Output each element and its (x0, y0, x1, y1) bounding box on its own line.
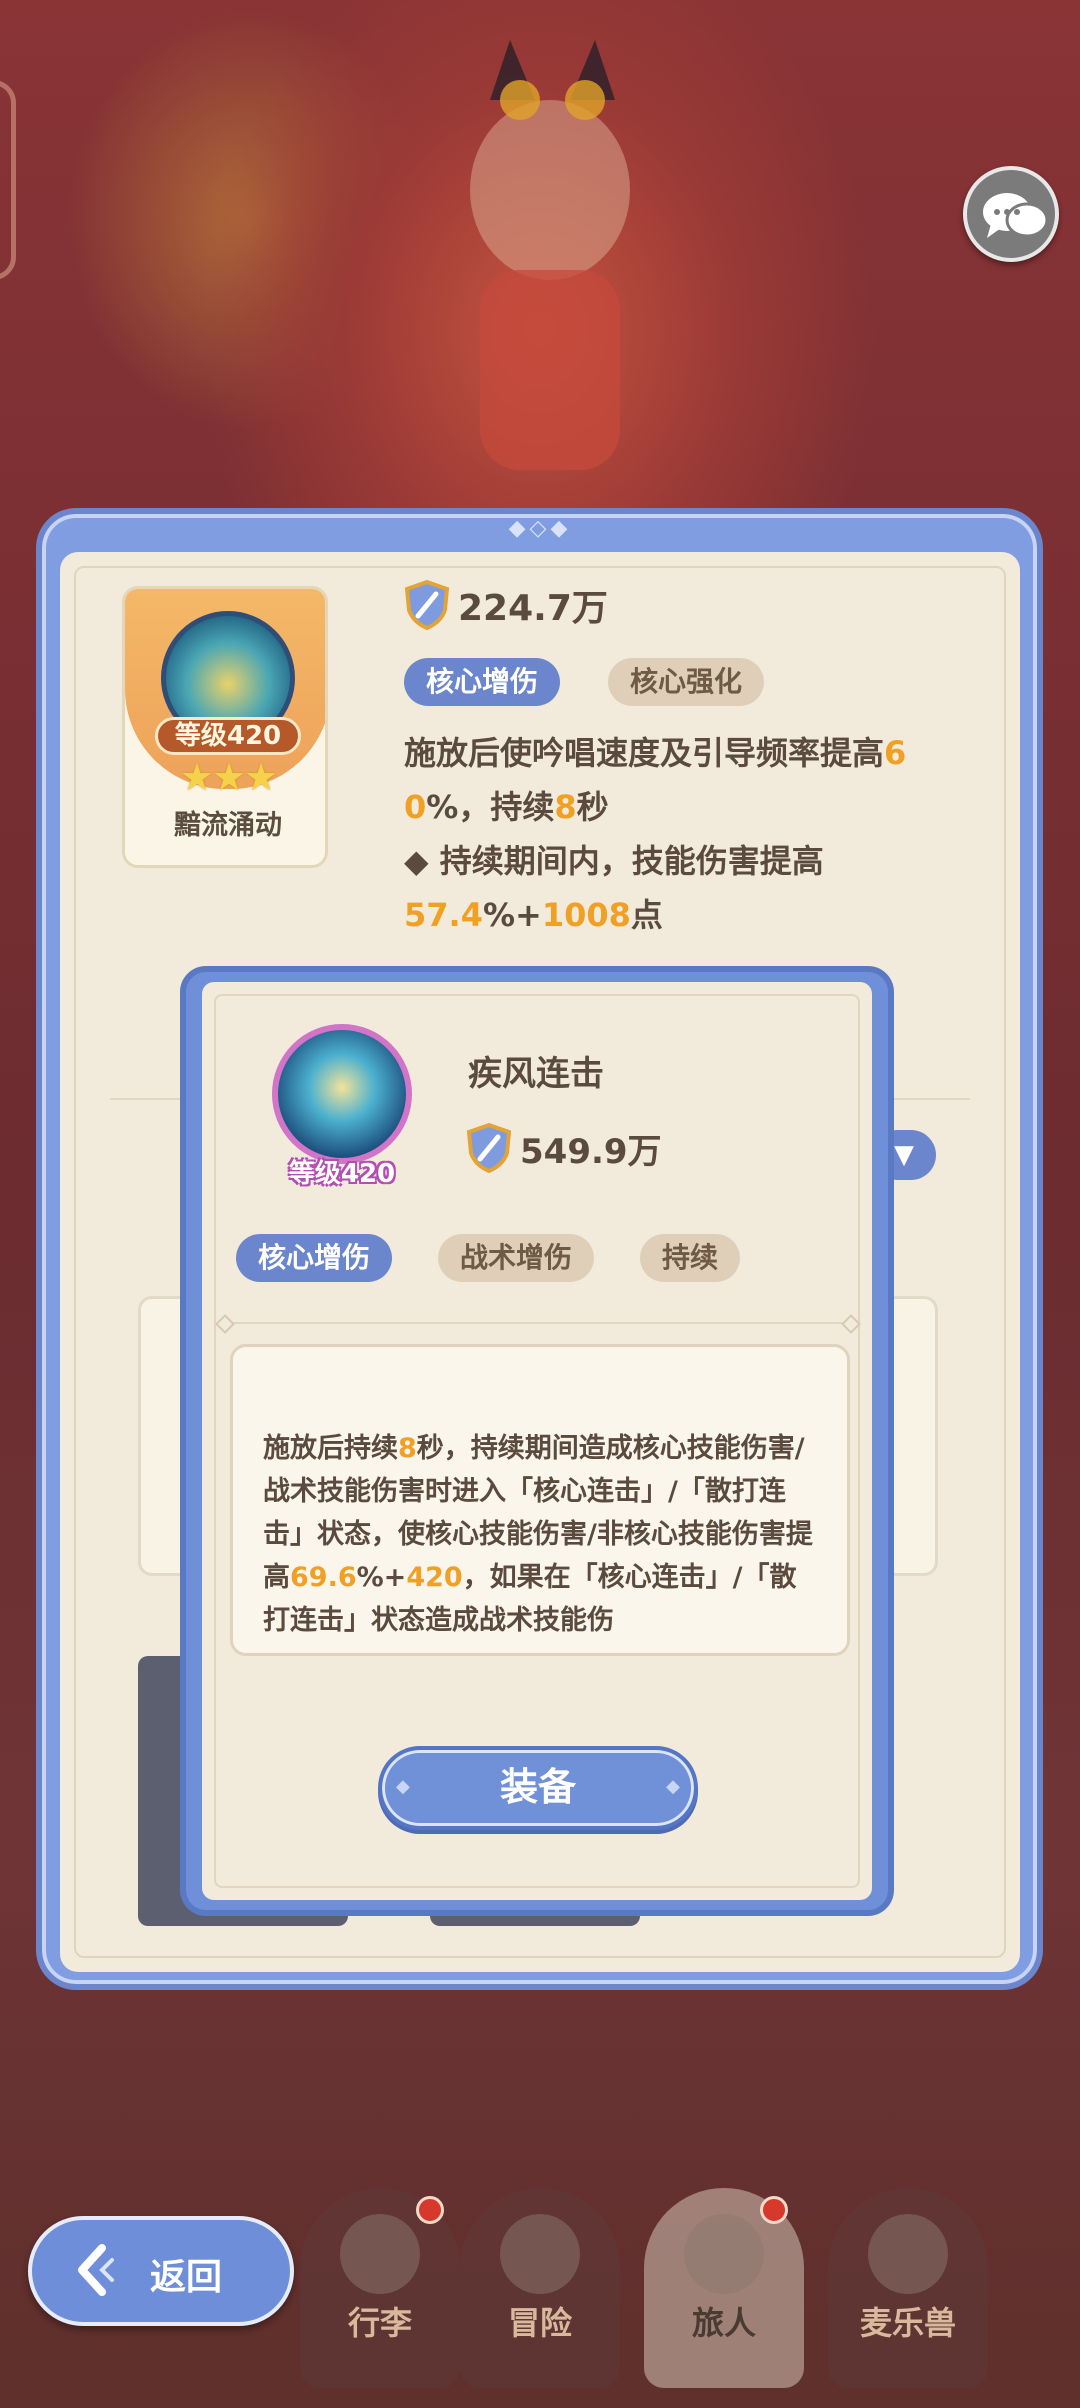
skill-name: 疾风连击 (468, 1054, 604, 1094)
back-button[interactable]: 返回 (28, 2216, 294, 2326)
nav-item-luggage[interactable]: 行李 (300, 2188, 460, 2388)
side-tab-edge (0, 80, 16, 280)
nav-item-pets[interactable]: 麦乐兽 (828, 2188, 988, 2388)
nav-label-traveler: 旅人 (691, 2304, 756, 2342)
core-power: 224.7万 (404, 578, 608, 632)
core-skill-stars: ★★★ (179, 755, 278, 799)
equip-button-label: 装备 (499, 1765, 576, 1809)
notification-dot (760, 2196, 788, 2224)
core-desc-line3: ◆ 持续期间内，技能伤害提高 (404, 842, 824, 880)
fox-pet-icon (868, 2214, 948, 2294)
panel-ornament: ◆◇◆ (508, 516, 572, 541)
core-tag-1: 核心增伤 (404, 658, 561, 706)
chat-bubbles-icon (983, 193, 1049, 238)
nav-item-traveler[interactable]: 旅人 (644, 2188, 804, 2388)
nav-label-luggage: 行李 (347, 2304, 412, 2342)
core-desc-line1: 施放后使吟唱速度及引导频率提高6 (404, 734, 907, 772)
core-tag-2: 核心强化 (608, 658, 765, 706)
shield-sword-icon (466, 1123, 512, 1173)
traveler-avatar-icon (684, 2214, 764, 2294)
skill-power-value: 549.9万 (520, 1131, 662, 1172)
character-silhouette (470, 40, 630, 470)
nav-item-adventure[interactable]: 冒险 (460, 2188, 620, 2388)
core-desc-line4: 57.4%+1008点 (404, 896, 663, 934)
equip-button[interactable]: ◆ 装备 ◆ (378, 1746, 698, 1830)
core-desc-line2: 0%，持续8秒 (404, 788, 609, 826)
core-skill-name: 黯流涌动 (174, 810, 282, 841)
core-skill-card[interactable]: 等级420 ★★★ 黯流涌动 (122, 586, 328, 868)
skill-tag-1: 核心增伤 (236, 1234, 393, 1282)
chat-button[interactable] (963, 166, 1059, 262)
skill-tag-3: 持续 (640, 1234, 741, 1282)
back-arrow-icon (78, 2244, 114, 2296)
back-label: 返回 (150, 2257, 223, 2298)
core-skill-level: 等级420 (155, 717, 301, 755)
skill-description-box[interactable]: 施放后持续8秒，持续期间造成核心技能伤害/战术技能伤害时进入「核心连击」/「散打… (230, 1344, 850, 1656)
skill-tag-2: 战术增伤 (438, 1234, 595, 1282)
crossed-swords-icon (500, 2214, 580, 2294)
skill-icon (272, 1024, 412, 1164)
skill-description: 施放后持续8秒，持续期间造成核心技能伤害/战术技能伤害时进入「核心连击」/「散打… (263, 1433, 813, 1636)
chest-icon (340, 2214, 420, 2294)
notification-dot (416, 2196, 444, 2224)
nav-label-adventure: 冒险 (507, 2304, 572, 2342)
nav-label-pets: 麦乐兽 (859, 2304, 956, 2342)
shield-sword-icon (404, 580, 450, 630)
skill-level: 等级420 (288, 1159, 396, 1189)
core-power-value: 224.7万 (458, 588, 608, 629)
skill-power: 549.9万 (466, 1120, 662, 1176)
popup-divider (232, 1322, 844, 1324)
